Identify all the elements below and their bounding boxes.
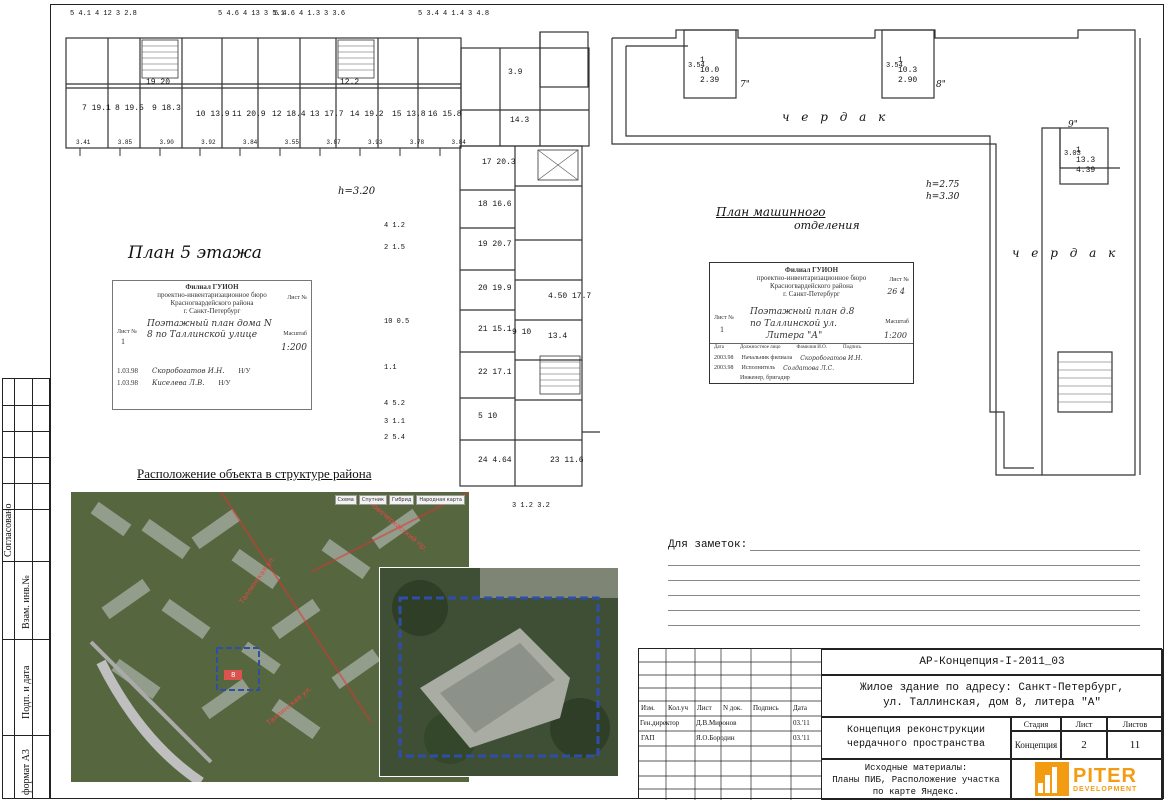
machine-height-1: h=2.75 bbox=[926, 180, 960, 190]
tb-project: Концепция реконструкции чердачного прост… bbox=[821, 717, 1011, 759]
plan5-height-mark: h=3.20 bbox=[338, 186, 376, 197]
dim-label: 2 5.4 bbox=[384, 434, 406, 442]
map-toolbar: Схема Спутник Гибрид Народная карта bbox=[334, 495, 465, 505]
room-label: 21 15.1 bbox=[478, 325, 512, 334]
machine-title-1: План машинного bbox=[716, 205, 826, 219]
map-title: Расположение объекта в структуре района bbox=[137, 466, 372, 481]
machine-room-dim: 3.03 bbox=[1064, 150, 1081, 158]
tb-date-1: 03.'11 bbox=[793, 719, 810, 727]
tb-address: Жилое здание по адресу: Санкт-Петербург,… bbox=[821, 675, 1163, 717]
room-label: 12 18.4 bbox=[272, 110, 306, 119]
plan5-title: План 5 этажа bbox=[128, 243, 262, 263]
dim-label: 10 0.5 bbox=[384, 318, 410, 326]
map-marker[interactable]: 8 bbox=[231, 671, 235, 679]
cherdak-right-label: ч е р д а к bbox=[1012, 246, 1120, 260]
room-label: 9 10 bbox=[512, 328, 532, 337]
machine-height-2: h=3.30 bbox=[926, 192, 960, 202]
machine-room-1: 1 10.0 2.39 bbox=[700, 56, 720, 85]
tb-stage-label: Стадия bbox=[1011, 717, 1061, 731]
room-label: 14.3 bbox=[510, 116, 530, 125]
machine-stamp: Филиал ГУИОН проектно-инвентаризационное… bbox=[709, 262, 914, 384]
tb-sheet-label: Лист bbox=[1061, 717, 1107, 731]
room-label: 19 20.7 bbox=[478, 240, 512, 249]
tb-sheet: 2 bbox=[1061, 731, 1107, 759]
tb-code: АР-Концепция-I-2011_03 bbox=[821, 649, 1163, 675]
note-line bbox=[750, 550, 1140, 551]
room-label: 13 17.7 bbox=[310, 110, 344, 119]
map-mode-hybrid[interactable]: Гибрид bbox=[389, 495, 415, 505]
tb-name-1: Д.В.Миронов bbox=[696, 719, 737, 727]
tb-date-2: 03.'11 bbox=[793, 734, 810, 742]
tb-sheets: 11 bbox=[1107, 731, 1163, 759]
room-label: 7 19.1 bbox=[82, 104, 111, 113]
cherdak-top-label: ч е р д а к bbox=[782, 110, 890, 124]
plan5-dims-top-c: 5 4.6 4 1.3 3 3.6 bbox=[274, 10, 346, 18]
tb-stage: Концепция bbox=[1011, 731, 1061, 759]
room-label: 4.50 17.7 bbox=[548, 292, 592, 301]
dim-label: 1.1 bbox=[384, 364, 397, 372]
note-line bbox=[668, 565, 1140, 566]
room-label: 16 15.8 bbox=[428, 110, 462, 119]
room-label: 23 11.6 bbox=[550, 456, 584, 465]
room-label: 15 13.8 bbox=[392, 110, 426, 119]
note-line bbox=[668, 610, 1140, 611]
plan5-dims-top-a: 5 4.1 4 12 3 2.8 bbox=[70, 10, 137, 18]
dim-label: 3 1.1 bbox=[384, 418, 406, 426]
plan5-stamp: Филиал ГУИОН проектно-инвентаризационное… bbox=[112, 280, 312, 410]
room-label: 20 19.9 bbox=[478, 284, 512, 293]
room-label: 11 20.9 bbox=[232, 110, 266, 119]
machine-room-dim: 3.54 bbox=[886, 62, 903, 70]
room-label: 9 18.3 bbox=[152, 104, 181, 113]
tb-sheets-label: Листов bbox=[1107, 717, 1163, 731]
machine-room-1-mark: 7" bbox=[740, 80, 750, 90]
room-label: 12.2 bbox=[340, 78, 360, 87]
tb-materials: Исходные материалы: Планы ПИБ, Расположе… bbox=[821, 759, 1011, 800]
room-label: 22 17.1 bbox=[478, 368, 512, 377]
note-line bbox=[668, 580, 1140, 581]
dim-label: 4 5.2 bbox=[384, 400, 406, 408]
map-mode-satellite[interactable]: Спутник bbox=[358, 495, 388, 505]
room-label: 3.9 bbox=[508, 68, 523, 77]
plan5-dims-top-d: 5 3.4 4 1.4 3 4.8 bbox=[418, 10, 490, 18]
logo-sub: DEVELOPMENT bbox=[1073, 785, 1138, 793]
title-block: Изм. Кол.уч Лист N док. Подпись Дата Ген… bbox=[638, 648, 1163, 800]
dim-label: 3 1.2 3.2 bbox=[512, 502, 550, 510]
room-label: 19 20 bbox=[146, 78, 171, 87]
logo-mark-icon bbox=[1035, 762, 1069, 796]
map-zoom-inset bbox=[379, 567, 619, 777]
company-logo: PITER DEVELOPMENT bbox=[1035, 762, 1137, 796]
machine-room-2-mark: 8" bbox=[936, 80, 946, 90]
machine-room-3-mark: 9" bbox=[1068, 120, 1078, 130]
room-label: 18 16.6 bbox=[478, 200, 512, 209]
room-label: 14 19.2 bbox=[350, 110, 384, 119]
dim-label: 2 1.5 bbox=[384, 244, 406, 252]
notes-label: Для заметок: bbox=[668, 539, 748, 551]
room-label: 5 10 bbox=[478, 412, 498, 421]
room-label: 8 19.5 bbox=[115, 104, 144, 113]
room-label: 13.4 bbox=[548, 332, 568, 341]
tb-role-2: ГАП bbox=[641, 734, 655, 742]
note-line bbox=[668, 625, 1140, 626]
room-label: 10 13.9 bbox=[196, 110, 230, 119]
map-mode-scheme[interactable]: Схема bbox=[334, 495, 357, 505]
room-label: 17 20.3 bbox=[482, 158, 516, 167]
plan5-dims-bottom: 3.41 3.85 3.90 3.92 3.84 3.55 3.87 3.93 3.78 3.84 bbox=[76, 139, 466, 146]
logo-name: PITER bbox=[1073, 764, 1137, 787]
dim-label: 4 1.2 bbox=[384, 222, 406, 230]
tb-role-1: Ген.директор bbox=[640, 719, 680, 727]
tb-col-headers: Изм. Кол.уч Лист N док. Подпись Дата bbox=[641, 704, 807, 712]
map-mode-people[interactable]: Народная карта bbox=[416, 495, 465, 505]
machine-room-2: 1 10.3 2.90 bbox=[898, 56, 918, 85]
note-line bbox=[668, 595, 1140, 596]
room-label: 24 4.64 bbox=[478, 456, 512, 465]
tb-name-2: Я.О.Бородин bbox=[696, 734, 735, 742]
machine-room-dim: 3.54 bbox=[688, 62, 705, 70]
machine-title-2: отделения bbox=[794, 219, 860, 232]
